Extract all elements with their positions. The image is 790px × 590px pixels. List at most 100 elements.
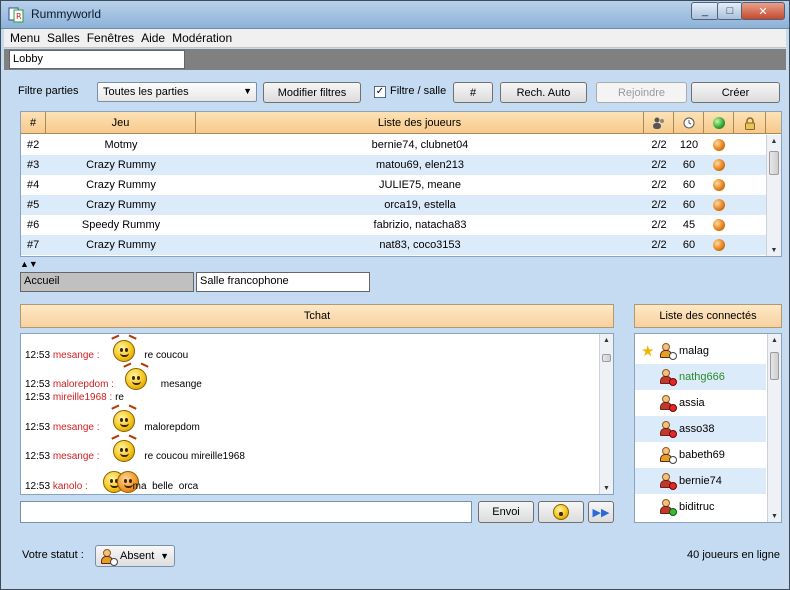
user-name: asso38 [679, 423, 715, 435]
tab-lobby[interactable]: Lobby [9, 50, 185, 69]
minimize-icon: _ [701, 5, 709, 17]
send-button[interactable]: Envoi [478, 501, 534, 523]
col-id[interactable]: # [21, 112, 46, 134]
user-item[interactable]: biditruc [635, 494, 766, 520]
scroll-down-icon[interactable]: ▼ [768, 510, 781, 522]
game-name: Speedy Rummy [81, 219, 161, 231]
game-time: 60 [682, 239, 696, 251]
user-item[interactable]: nathg666 [635, 364, 766, 390]
game-status [704, 135, 734, 155]
minimize-button[interactable]: _ [691, 2, 719, 20]
game-row[interactable]: #6 Speedy Rummy fabrizio, natacha83 2/2 … [21, 215, 766, 235]
user-item[interactable]: babeth69 [635, 442, 766, 468]
scroll-thumb[interactable] [602, 354, 611, 362]
msg-time: 12:53 [25, 451, 51, 462]
game-row[interactable]: #7 Crazy Rummy nat83, coco3153 2/2 60 [21, 235, 766, 255]
user-item[interactable]: assia [635, 390, 766, 416]
menu-menu[interactable]: Menu [10, 31, 40, 45]
clock-icon [683, 117, 694, 129]
tab-salle-francophone[interactable]: Salle francophone [196, 272, 370, 292]
game-filter-select[interactable]: Toutes les parties ▼ [97, 82, 257, 102]
user-away-icon [100, 549, 118, 566]
msg-text: re [115, 392, 124, 403]
status-green-icon [712, 117, 725, 129]
chat-scrollbar[interactable]: ▲ ▼ [599, 334, 613, 494]
chat-input[interactable] [20, 501, 472, 523]
game-time: 60 [682, 199, 696, 211]
tab-accueil[interactable]: Accueil [20, 272, 194, 292]
menu-aide[interactable]: Aide [141, 31, 165, 45]
msg-nick[interactable]: mesange : [53, 451, 100, 462]
menu-salles[interactable]: Salles [47, 31, 80, 45]
status-orange-icon [713, 219, 725, 231]
user-name: bernie74 [679, 475, 722, 487]
scroll-up-icon[interactable]: ▲ [600, 334, 613, 346]
col-time[interactable] [674, 112, 704, 134]
col-status[interactable] [704, 112, 734, 134]
fast-forward-button[interactable]: ▶▶ [588, 501, 614, 523]
scroll-up-icon[interactable]: ▲ [768, 334, 781, 346]
msg-nick[interactable]: mesange : [53, 422, 100, 433]
lock-icon [744, 116, 755, 130]
col-players[interactable]: Liste des joueurs [196, 112, 644, 134]
user-away-icon [659, 343, 677, 360]
game-time: 120 [679, 139, 699, 151]
game-time: 45 [682, 219, 696, 231]
col-seats[interactable] [644, 112, 674, 134]
msg-nick[interactable]: mesange : [53, 350, 100, 361]
col-game[interactable]: Jeu [46, 112, 196, 134]
game-row[interactable]: #3 Crazy Rummy matou69, elen213 2/2 60 [21, 155, 766, 175]
msg-nick[interactable]: mireille1968 : [53, 392, 112, 403]
users-scrollbar[interactable]: ▲ ▼ [767, 334, 781, 522]
col-lock[interactable] [734, 112, 766, 134]
scroll-up-icon[interactable]: ▲ [767, 135, 781, 147]
user-busy-icon [659, 395, 677, 412]
game-players: nat83, coco3153 [379, 239, 461, 251]
connected-users-list: ★ malag nathg666 assia asso38 babeth69 b… [634, 333, 782, 523]
auto-search-button[interactable]: Rech. Auto [500, 82, 587, 103]
create-button[interactable]: Créer [691, 82, 780, 103]
scroll-down-icon[interactable]: ▼ [767, 244, 781, 256]
user-item[interactable]: ★ malag [635, 338, 766, 364]
modify-filters-button[interactable]: Modifier filtres [263, 82, 361, 103]
app-window: R Rummyworld _ □ ✕ Menu Salles Fenêtres … [0, 0, 790, 590]
scroll-thumb[interactable] [770, 352, 779, 380]
games-table-header: # Jeu Liste des joueurs [21, 112, 781, 134]
msg-nick[interactable]: kanolo : [53, 481, 88, 492]
user-away-icon [659, 447, 677, 464]
user-name: nathg666 [679, 371, 725, 383]
menu-moderation[interactable]: Modération [172, 31, 232, 45]
chat-message: 12:53 kanolo : ma belle orca [25, 481, 198, 492]
room-filter-checkbox[interactable]: ✓ [374, 86, 386, 98]
game-id: #5 [27, 199, 40, 211]
emoticon-button[interactable] [538, 501, 584, 523]
msg-time: 12:53 [25, 392, 51, 403]
close-button[interactable]: ✕ [741, 2, 785, 20]
game-status [704, 155, 734, 175]
game-name: Motmy [104, 139, 138, 151]
chat-header: Tchat [20, 304, 614, 328]
hash-button[interactable]: # [453, 82, 493, 103]
games-scrollbar[interactable]: ▲ ▼ [766, 135, 781, 256]
game-status [704, 235, 734, 255]
game-row[interactable]: #5 Crazy Rummy orca19, estella 2/2 60 [21, 195, 766, 215]
status-orange-icon [713, 179, 725, 191]
panel-splitter[interactable]: ▲▼ [20, 259, 50, 269]
msg-text: malorepdom [144, 422, 200, 433]
menu-fenetres[interactable]: Fenêtres [87, 31, 134, 45]
status-select[interactable]: Absent ▼ [95, 545, 175, 567]
user-item[interactable]: asso38 [635, 416, 766, 442]
chat-message: 12:53 mesange : malorepdom [25, 422, 200, 433]
user-busy-icon [659, 473, 677, 490]
msg-time: 12:53 [25, 350, 51, 361]
game-status [704, 215, 734, 235]
scroll-thumb[interactable] [769, 151, 779, 175]
join-button[interactable]: Rejoindre [596, 82, 687, 103]
game-row[interactable]: #2 Motmy bernie74, clubnet04 2/2 120 [21, 135, 766, 155]
maximize-button[interactable]: □ [717, 2, 743, 20]
user-item[interactable]: bernie74 [635, 468, 766, 494]
game-row[interactable]: #4 Crazy Rummy JULIE75, meane 2/2 60 [21, 175, 766, 195]
user-name: assia [679, 397, 705, 409]
msg-nick[interactable]: malorepdom : [53, 379, 114, 390]
scroll-down-icon[interactable]: ▼ [600, 482, 613, 494]
